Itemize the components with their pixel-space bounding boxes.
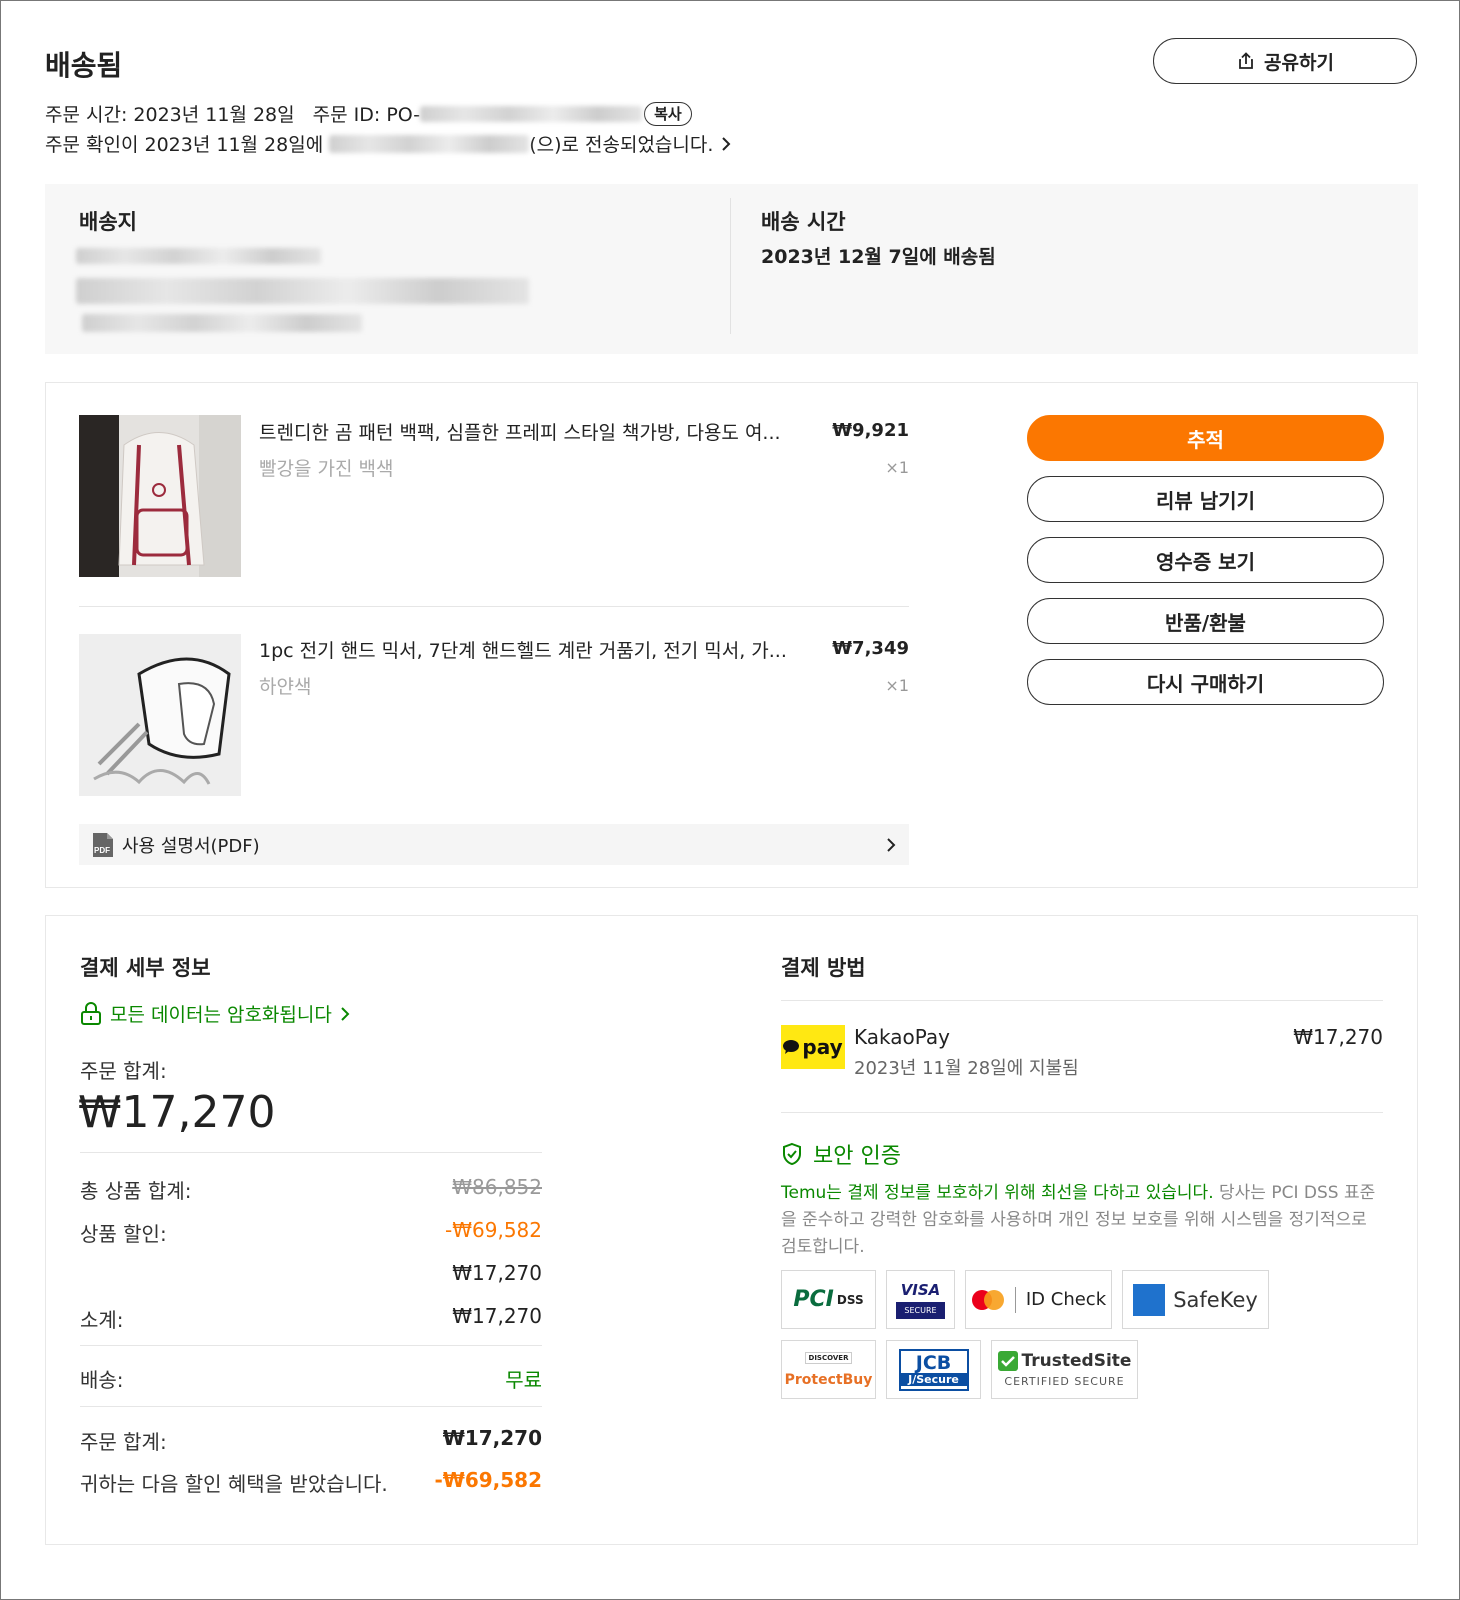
chat-bubble-icon [783,1040,800,1054]
divider [730,198,731,334]
order-id-redacted [420,105,643,122]
confirm-prefix: 주문 확인이 2023년 11월 28일에 [45,134,324,156]
items-total-value: ₩86,852 [452,1175,542,1199]
encryption-link[interactable]: 모든 데이터는 암호화됩니다 [80,1000,350,1027]
divider [781,1112,1383,1113]
product-image-mixer[interactable] [79,634,241,796]
chevron-right-icon [722,136,731,151]
confirm-row[interactable]: 주문 확인이 2023년 11월 28일에 (으)로 전송되었습니다. [45,130,733,157]
discover-protectbuy-badge: DISCOVER ProtectBuy [781,1340,876,1399]
review-button[interactable]: 리뷰 남기기 [1027,476,1384,522]
shield-check-icon [783,1142,801,1166]
checkmark-icon [997,1351,1018,1371]
subtotal-label: 소계: [80,1308,124,1332]
chevron-right-icon [341,1006,350,1021]
trustedsite-badge: TrustedSite CERTIFIED SECURE [991,1340,1138,1399]
lock-icon [81,1001,101,1025]
pdf-file-icon: PDF [93,832,113,857]
savings-label: 귀하는 다음 할인 혜택을 받았습니다. [80,1472,388,1496]
page-title: 배송됨 [45,49,123,82]
items-total-label: 총 상품 합계: [80,1179,192,1203]
payment-amount: ₩17,270 [1293,1025,1383,1049]
payment-method-title: 결제 방법 [781,956,866,980]
order-total-label: 주문 합계: [80,1059,167,1083]
divider [80,1345,542,1346]
final-total-label: 주문 합계: [80,1430,167,1454]
return-refund-button[interactable]: 반품/환불 [1027,598,1384,644]
item-name[interactable]: 1pc 전기 핸드 믹서, 7단계 핸드헬드 계란 거품기, 전기 믹서, 가.… [259,636,839,663]
order-total-amount: ₩17,270 [78,1087,276,1138]
copy-button[interactable]: 복사 [644,101,692,126]
buy-again-button[interactable]: 다시 구매하기 [1027,659,1384,705]
address-line-redacted [76,278,529,304]
share-button[interactable]: 공유하기 [1153,38,1417,84]
amex-icon [1133,1283,1166,1316]
subtotal-value: ₩17,270 [452,1304,542,1328]
encryption-label: 모든 데이터는 암호화됩니다 [110,1004,332,1026]
product-image-backpack[interactable] [79,415,241,577]
mastercard-idcheck-badge: ID Check [965,1270,1112,1329]
discount-label: 상품 할인: [80,1222,167,1246]
item-name[interactable]: 트렌디한 곰 패턴 백팩, 심플한 프레피 스타일 책가방, 다용도 여... [259,418,839,445]
kakaopay-logo-text: pay [802,1035,843,1059]
divider [80,1152,542,1153]
address-line-redacted [76,248,321,264]
svg-text:PDF: PDF [94,846,110,855]
address-line-redacted [82,314,362,332]
security-highlight: Temu는 결제 정보를 보호하기 위해 최선을 다하고 있습니다. [781,1183,1214,1203]
divider [781,1000,1383,1001]
pci-dss-badge: PCI DSS [781,1270,876,1329]
manual-label: 사용 설명서(PDF) [122,835,260,857]
order-id-label: 주문 ID: PO- [312,104,421,126]
view-receipt-button[interactable]: 영수증 보기 [1027,537,1384,583]
chevron-right-icon [887,837,896,852]
order-time: 주문 시간: 2023년 11월 28일 [45,104,295,126]
item-price: ₩7,349 [832,638,909,659]
manual-pdf-link[interactable]: PDF 사용 설명서(PDF) [79,824,909,865]
payment-date: 2023년 11월 28일에 지불됨 [854,1058,1079,1079]
email-redacted [329,134,530,153]
after-discount-value: ₩17,270 [452,1261,542,1285]
delivery-time-value: 2023년 12월 7일에 배송됨 [761,246,996,268]
item-variant: 하얀색 [259,676,312,698]
order-meta-row: 주문 시간: 2023년 11월 28일 주문 ID: PO- 복사 [45,100,692,127]
delivery-time-title: 배송 시간 [761,210,846,234]
share-label: 공유하기 [1264,51,1334,74]
amex-safekey-badge: SafeKey [1122,1270,1269,1329]
divider [79,606,909,607]
item-quantity: ×1 [885,458,909,477]
shipping-fee-value: 무료 [505,1368,542,1392]
item-variant: 빨강을 가진 백색 [259,458,394,480]
address-title: 배송지 [79,210,137,234]
visa-secure-badge: VISA SECURE [886,1270,955,1329]
payment-details-title: 결제 세부 정보 [80,956,211,980]
security-cert-header: 보안 인증 [781,1138,901,1170]
item-price: ₩9,921 [832,420,909,441]
security-title: 보안 인증 [813,1144,901,1169]
divider [80,1406,542,1407]
final-total-value: ₩17,270 [442,1426,542,1450]
share-icon [1239,52,1253,69]
shipping-fee-label: 배송: [80,1368,124,1392]
security-description: Temu는 결제 정보를 보호하기 위해 최선을 다하고 있습니다. 당사는 P… [781,1180,1381,1261]
jcb-jsecure-badge: JCB J/Secure [886,1340,981,1399]
track-button[interactable]: 추적 [1027,415,1384,461]
confirm-suffix: (으)로 전송되었습니다. [529,134,714,156]
savings-value: -₩69,582 [434,1468,542,1492]
discount-value: -₩69,582 [445,1218,542,1242]
item-quantity: ×1 [885,676,909,695]
mastercard-icon [971,1289,1004,1310]
kakaopay-logo: pay [781,1025,845,1069]
payment-provider: KakaoPay [854,1025,950,1049]
